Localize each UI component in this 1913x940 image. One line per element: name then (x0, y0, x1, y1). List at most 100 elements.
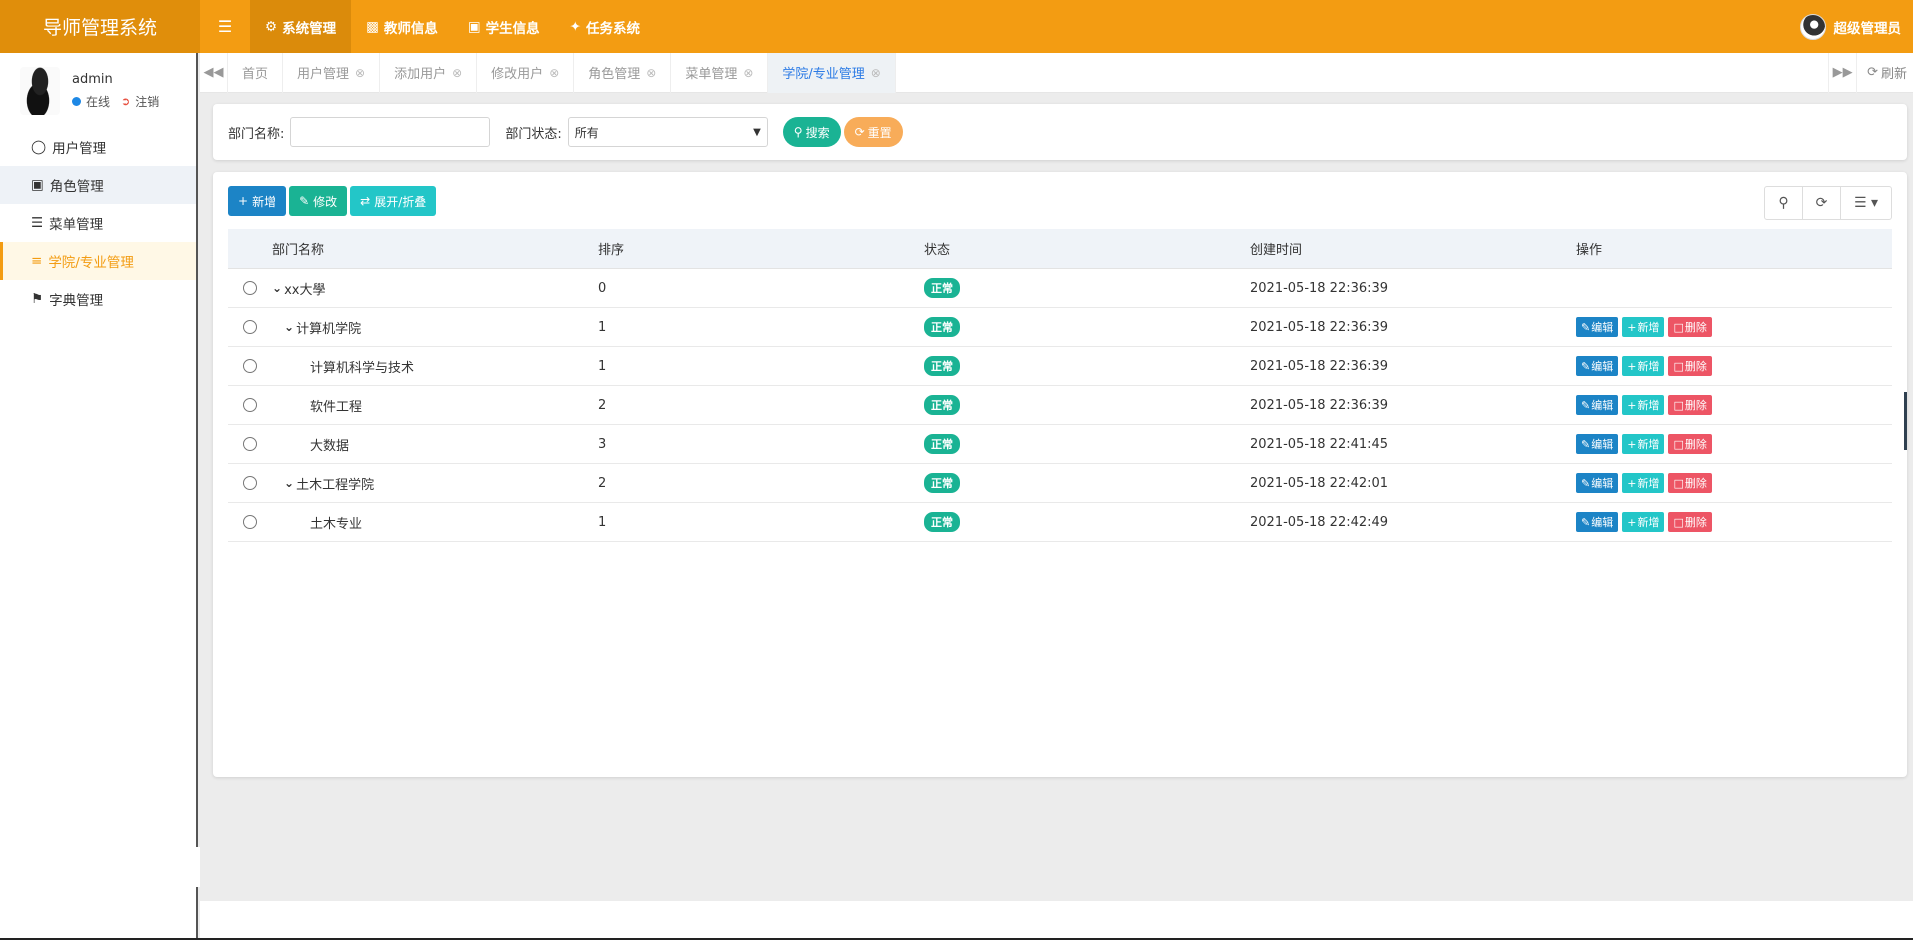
logout-link[interactable]: 注销 (135, 93, 159, 110)
reset-button[interactable]: ⟳ 重置 (843, 117, 903, 147)
tab-label: 学院/专业管理 (782, 67, 865, 82)
edit-row-button[interactable]: ✎ 编辑 (1576, 473, 1619, 493)
sidebar-item-dictionary[interactable]: ⚑ 字典管理 (0, 280, 196, 318)
id-card-icon: ▣ (467, 18, 481, 35)
table-row[interactable]: 土木专业 1 正常 2021-05-18 22:42:49 ✎ 编辑 + 新增 □ 删除 (228, 503, 1892, 542)
refresh-button[interactable]: ⟳ (1802, 186, 1841, 220)
created-time: 2021-05-18 22:42:49 (1250, 514, 1389, 530)
row-radio[interactable] (243, 398, 257, 412)
col-header-status[interactable]: 状态 (924, 239, 1250, 258)
search-toggle-button[interactable]: ⚲ (1764, 186, 1803, 220)
edit-row-button[interactable]: ✎ 编辑 (1576, 317, 1619, 337)
search-button[interactable]: ⚲ 搜索 (782, 117, 841, 147)
outdent-icon: ≡ (31, 253, 43, 269)
tab-label: 用户管理 (297, 67, 350, 82)
edit-icon: ✎ (1581, 398, 1591, 412)
edit-label: 编辑 (1591, 477, 1614, 490)
close-icon[interactable]: ⊗ (549, 66, 559, 80)
tab-departments[interactable]: 学院/专业管理 ⊗ (768, 52, 896, 93)
sign-out-icon[interactable]: ➲ (121, 95, 130, 108)
dept-name-input[interactable] (290, 117, 491, 147)
delete-row-button[interactable]: □ 删除 (1668, 317, 1712, 337)
row-radio[interactable] (243, 476, 257, 490)
tabs-scroll-left-icon[interactable]: ◀◀ (200, 52, 228, 93)
edit-row-button[interactable]: ✎ 编辑 (1576, 395, 1619, 415)
chevron-down-icon[interactable]: ⌄ (284, 320, 294, 334)
table-row[interactable]: 计算机科学与技术 1 正常 2021-05-18 22:36:39 ✎ 编辑 + 新增 □ 删除 (228, 347, 1892, 386)
table-body: ⌄ xx大學 0 正常 2021-05-18 22:36:39 ⌄ 计算机学院 1 正常 2021… (228, 269, 1892, 542)
delete-row-button[interactable]: □ 删除 (1668, 473, 1712, 493)
topnav-system[interactable]: ⚙ 系统管理 (250, 0, 352, 53)
tabs-scroll-right-icon[interactable]: ▶▶ (1828, 52, 1856, 93)
close-icon[interactable]: ⊗ (871, 66, 881, 80)
row-radio[interactable] (243, 359, 257, 373)
columns-button[interactable]: ☰ ▾ (1840, 186, 1892, 220)
row-radio[interactable] (243, 281, 257, 295)
edit-icon: ✎ (1581, 476, 1591, 490)
add-button[interactable]: + 新增 (228, 186, 287, 216)
delete-row-button[interactable]: □ 删除 (1668, 434, 1712, 454)
add-child-button[interactable]: + 新增 (1622, 356, 1665, 376)
col-header-time[interactable]: 创建时间 (1250, 239, 1576, 258)
tab-label: 首页 (242, 67, 269, 82)
row-radio[interactable] (243, 515, 257, 529)
edit-icon: ✎ (1581, 359, 1591, 373)
dept-status-select[interactable]: 所有 ▼ (567, 117, 768, 147)
tab-roles[interactable]: 角色管理 ⊗ (574, 52, 672, 93)
edit-row-button[interactable]: ✎ 编辑 (1576, 356, 1619, 376)
table-row[interactable]: ⌄ 土木工程学院 2 正常 2021-05-18 22:42:01 ✎ 编辑 + 新增 □ 删除 (228, 464, 1892, 503)
close-icon[interactable]: ⊗ (743, 66, 753, 80)
table-row[interactable]: 软件工程 2 正常 2021-05-18 22:36:39 ✎ 编辑 + 新增 □ 删除 (228, 386, 1892, 425)
delete-row-button[interactable]: □ 删除 (1668, 356, 1712, 376)
sidebar-item-menus[interactable]: ☰ 菜单管理 (0, 204, 196, 242)
edit-button[interactable]: ✎ 修改 (289, 186, 348, 216)
table-row[interactable]: 大数据 3 正常 2021-05-18 22:41:45 ✎ 编辑 + 新增 □ 删除 (228, 425, 1892, 464)
add-child-button[interactable]: + 新增 (1622, 473, 1665, 493)
sidebar-item-users[interactable]: ◯ 用户管理 (0, 128, 196, 166)
refresh-tab-button[interactable]: ⟳ 刷新 (1856, 52, 1913, 93)
topnav-label: 任务系统 (585, 20, 640, 37)
sidebar-item-roles[interactable]: ▣ 角色管理 (0, 166, 196, 204)
sidebar-item-departments[interactable]: ≡ 学院/专业管理 (0, 242, 196, 280)
add-child-button[interactable]: + 新增 (1622, 434, 1665, 454)
gear-icon: ⚙ (265, 18, 278, 35)
contact-book-icon: ▩ (366, 18, 379, 35)
dept-name: 土木专业 (310, 516, 363, 532)
tab-menus[interactable]: 菜单管理 ⊗ (671, 52, 769, 93)
edit-row-button[interactable]: ✎ 编辑 (1576, 434, 1619, 454)
app-logo[interactable]: 导师管理系统 (0, 0, 200, 53)
add-child-button[interactable]: + 新增 (1622, 317, 1665, 337)
add-child-button[interactable]: + 新增 (1622, 512, 1665, 532)
row-radio[interactable] (243, 437, 257, 451)
table-row[interactable]: ⌄ xx大學 0 正常 2021-05-18 22:36:39 (228, 269, 1892, 308)
edit-row-button[interactable]: ✎ 编辑 (1576, 512, 1619, 532)
expand-collapse-button[interactable]: ⇄ 展开/折叠 (350, 186, 437, 216)
tab-users[interactable]: 用户管理 ⊗ (283, 52, 381, 93)
chevron-down-icon[interactable]: ⌄ (272, 281, 282, 295)
delete-row-button[interactable]: □ 删除 (1668, 395, 1712, 415)
col-header-name[interactable]: 部门名称 (272, 239, 598, 258)
col-header-sort[interactable]: 排序 (598, 239, 924, 258)
exchange-icon: ⇄ (360, 194, 371, 208)
delete-row-button[interactable]: □ 删除 (1668, 512, 1712, 532)
main-panel: + 新增 ✎ 修改 ⇄ 展开/折叠 ⚲ ⟳ ☰ ▾ 部门名称 排序 状态 创建时… (213, 172, 1907, 777)
topnav-student[interactable]: ▣ 学生信息 (453, 0, 555, 53)
row-radio[interactable] (243, 320, 257, 334)
chevron-down-icon[interactable]: ⌄ (284, 476, 294, 490)
topnav-task[interactable]: ✦ 任务系统 (555, 0, 655, 53)
add-child-button[interactable]: + 新增 (1622, 395, 1665, 415)
tab-home[interactable]: 首页 (228, 52, 284, 93)
tab-edit-user[interactable]: 修改用户 ⊗ (477, 52, 575, 93)
tab-add-user[interactable]: 添加用户 ⊗ (380, 52, 478, 93)
close-icon[interactable]: ⊗ (452, 66, 462, 80)
username: admin (72, 71, 113, 87)
table-row[interactable]: ⌄ 计算机学院 1 正常 2021-05-18 22:36:39 ✎ 编辑 + 新增 □ 删除 (228, 308, 1892, 347)
plus-icon: + (1627, 515, 1637, 529)
close-icon[interactable]: ⊗ (355, 66, 365, 80)
close-icon[interactable]: ⊗ (646, 66, 656, 80)
scrollbar[interactable] (1904, 392, 1907, 450)
topnav-teacher[interactable]: ▩ 教师信息 (351, 0, 453, 53)
hamburger-icon[interactable]: ☰ (200, 0, 250, 53)
user-menu[interactable]: 超级管理员 (1799, 13, 1913, 40)
online-status: 在线 (86, 94, 111, 109)
